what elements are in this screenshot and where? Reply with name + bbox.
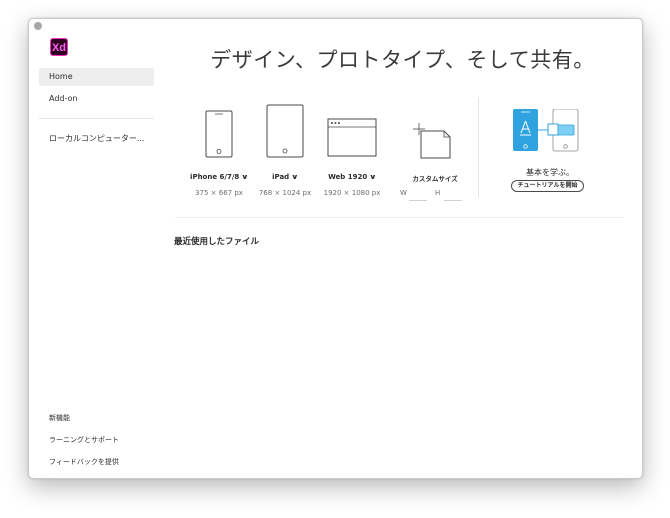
prototype-illustration-icon	[513, 108, 579, 152]
sidebar-item-addon[interactable]: Add-on	[39, 90, 154, 108]
width-label: W	[400, 189, 407, 197]
preset-size-iphone: 375 × 667 px	[195, 189, 243, 197]
chevron-down-icon[interactable]: ∨	[369, 173, 376, 181]
main-panel: デザイン、プロトタイプ、そして共有。 iPhone 6/7/8 ∨ 375 × 6…	[163, 19, 642, 478]
recent-files-title: 最近使用したファイル	[174, 237, 260, 247]
chevron-down-icon[interactable]: ∨	[291, 173, 298, 181]
learning-support-link[interactable]: ラーニングとサポート	[49, 435, 119, 445]
learn-caption: 基本を学ぶ。	[526, 168, 574, 177]
preset-size-ipad: 768 × 1024 px	[258, 189, 312, 197]
sidebar: Xd Home Add-on ローカルコンピューター... 新機能 ラーニングと…	[29, 19, 163, 478]
tablet-icon	[266, 104, 304, 158]
sidebar-item-local-computer[interactable]: ローカルコンピューター...	[39, 130, 154, 148]
custom-size-fields: W H	[395, 189, 475, 201]
section-divider	[478, 97, 479, 197]
preset-web[interactable]: Web 1920 ∨ 1920 × 1080 px	[315, 103, 389, 197]
custom-size-icon	[413, 123, 451, 159]
sidebar-item-label: Home	[49, 72, 73, 81]
whats-new-link[interactable]: 新機能	[49, 413, 70, 423]
preset-iphone[interactable]: iPhone 6/7/8 ∨ 375 × 667 px	[182, 103, 256, 197]
page-headline: デザイン、プロトタイプ、そして共有。	[210, 48, 595, 72]
preset-size-web: 1920 × 1080 px	[323, 189, 381, 197]
start-tutorial-button[interactable]: チュートリアルを開始	[511, 180, 584, 192]
height-input[interactable]	[444, 189, 462, 201]
height-label: H	[435, 189, 441, 197]
preset-ipad[interactable]: iPad ∨ 768 × 1024 px	[248, 103, 322, 197]
sidebar-item-home[interactable]: Home	[39, 68, 154, 86]
sidebar-divider	[39, 118, 154, 119]
learn-section: 基本を学ぶ。 チュートリアルを開始	[501, 108, 599, 192]
sidebar-item-label: Add-on	[49, 94, 78, 103]
preset-name-custom: カスタムサイズ	[412, 175, 458, 183]
preset-custom-size[interactable]: カスタムサイズ W H	[395, 103, 475, 201]
preset-label: Web 1920	[328, 173, 368, 181]
horizontal-divider	[175, 217, 624, 218]
preset-name-iphone[interactable]: iPhone 6/7/8 ∨	[182, 173, 256, 181]
preset-label: iPhone 6/7/8	[190, 173, 240, 181]
feedback-link[interactable]: フィードバックを提供	[49, 457, 119, 467]
preset-name-ipad[interactable]: iPad ∨	[248, 173, 322, 181]
preset-name-web[interactable]: Web 1920 ∨	[315, 173, 389, 181]
preset-label: iPad	[272, 173, 290, 181]
width-input[interactable]	[409, 189, 427, 201]
start-screen-window: Xd Home Add-on ローカルコンピューター... 新機能 ラーニングと…	[28, 18, 643, 479]
phone-icon	[205, 110, 233, 158]
xd-logo: Xd	[50, 38, 68, 56]
browser-window-icon	[327, 118, 377, 157]
sidebar-item-label: ローカルコンピューター...	[49, 134, 145, 143]
